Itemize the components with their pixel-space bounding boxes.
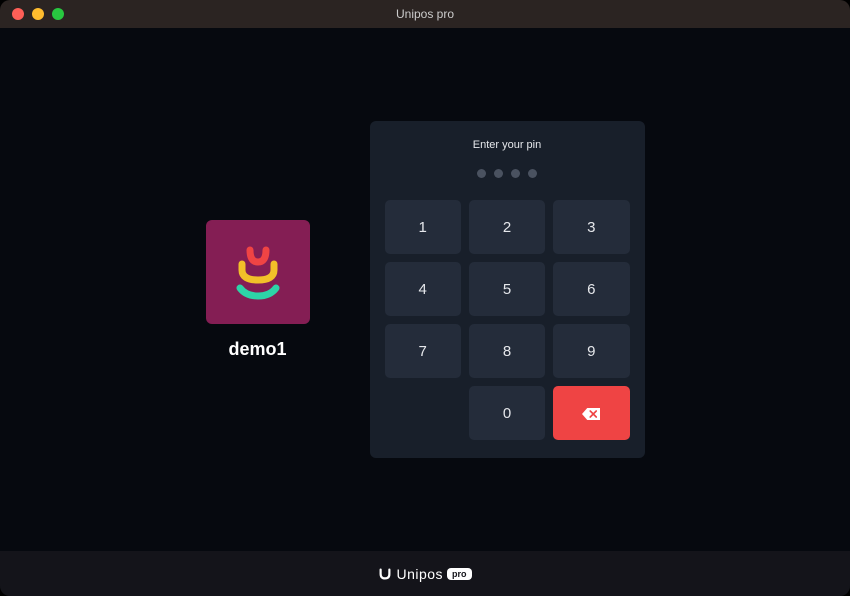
key-2[interactable]: 2 (469, 200, 545, 254)
backspace-icon (582, 407, 600, 419)
window-titlebar: Unipos pro (0, 0, 850, 28)
key-0[interactable]: 0 (469, 386, 545, 440)
key-4[interactable]: 4 (385, 262, 461, 316)
pin-dot (494, 169, 503, 178)
brand-logo-icon (226, 240, 290, 304)
user-section: demo1 (206, 220, 310, 360)
key-9[interactable]: 9 (553, 324, 629, 378)
window-controls (12, 8, 64, 20)
key-delete[interactable] (553, 386, 629, 440)
pin-entry-panel: Enter your pin 1 2 3 4 5 6 7 8 9 0 (370, 121, 645, 458)
footer-brand-text: Unipos (396, 566, 443, 582)
main-content: demo1 Enter your pin 1 2 3 4 5 6 7 8 9 (0, 28, 850, 551)
key-7[interactable]: 7 (385, 324, 461, 378)
pin-dot (477, 169, 486, 178)
pin-dot (511, 169, 520, 178)
key-8[interactable]: 8 (469, 324, 545, 378)
key-6[interactable]: 6 (553, 262, 629, 316)
key-5[interactable]: 5 (469, 262, 545, 316)
window-minimize-button[interactable] (32, 8, 44, 20)
pin-prompt-label: Enter your pin (473, 139, 541, 151)
key-1[interactable]: 1 (385, 200, 461, 254)
pin-indicator (477, 169, 537, 178)
key-empty (385, 386, 461, 440)
key-3[interactable]: 3 (553, 200, 629, 254)
pin-dot (528, 169, 537, 178)
window-close-button[interactable] (12, 8, 24, 20)
user-avatar (206, 220, 310, 324)
app-body: demo1 Enter your pin 1 2 3 4 5 6 7 8 9 (0, 28, 850, 596)
footer-logo-icon (378, 567, 392, 581)
window-maximize-button[interactable] (52, 8, 64, 20)
pin-keypad: 1 2 3 4 5 6 7 8 9 0 (385, 200, 630, 440)
window-title: Unipos pro (396, 7, 454, 21)
username-label: demo1 (228, 339, 286, 360)
footer-pro-badge: pro (447, 568, 472, 580)
footer-brand: Unipos pro (378, 566, 471, 582)
app-footer: Unipos pro (0, 551, 850, 596)
